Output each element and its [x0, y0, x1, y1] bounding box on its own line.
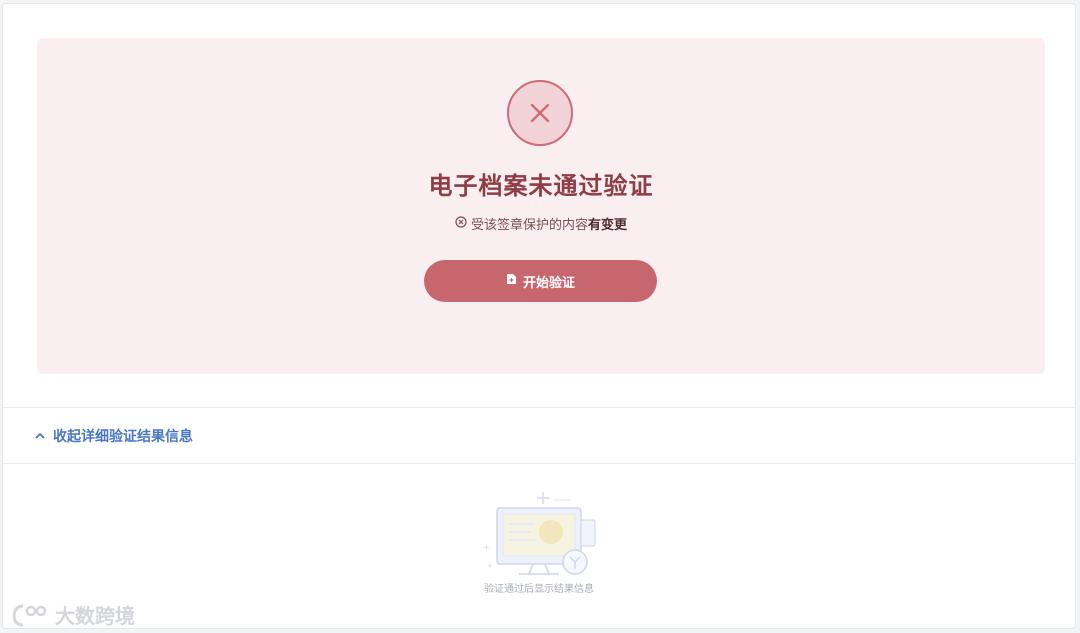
status-title: 电子档案未通过验证	[428, 172, 654, 200]
watermark-text: 大数跨境	[55, 604, 135, 628]
start-verification-button[interactable]: 开始验证	[424, 260, 657, 302]
empty-state-text: 验证通过后显示结果信息	[484, 584, 594, 595]
verification-card: 电子档案未通过验证 受该签章保护的内容有变更 开始验证 收起详细验证结果信息 +…	[2, 3, 1076, 629]
collapse-toggle-label: 收起详细验证结果信息	[53, 429, 193, 445]
chevron-up-icon	[35, 428, 45, 444]
document-icon	[506, 273, 517, 289]
x-small-circle-icon	[455, 215, 467, 232]
subtitle-text: 受该签章保护的内容有变更	[471, 214, 627, 233]
status-subtitle: 受该签章保护的内容有变更	[37, 214, 1045, 233]
subtitle-emphasis: 有变更	[588, 218, 628, 233]
verification-result-panel: 电子档案未通过验证 受该签章保护的内容有变更 开始验证	[37, 38, 1045, 374]
start-button-label: 开始验证	[522, 275, 575, 291]
divider	[3, 463, 1075, 464]
collapse-details-toggle[interactable]: 收起详细验证结果信息	[35, 424, 193, 448]
watermark-logo-icon	[13, 604, 47, 626]
empty-monitor-illustration: + +	[473, 490, 613, 584]
subtitle-prefix: 受该签章保护的内容	[470, 218, 588, 233]
x-circle-icon	[507, 80, 573, 146]
svg-text:+: +	[487, 562, 493, 570]
divider	[3, 407, 1075, 408]
watermark: 大数跨境	[13, 600, 135, 628]
svg-text:+: +	[483, 543, 490, 552]
